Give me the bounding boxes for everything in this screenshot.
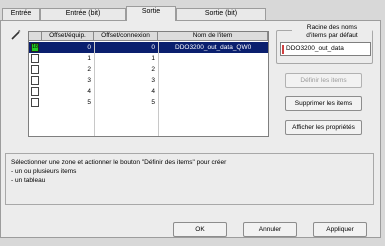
tab-sortie[interactable]: Sortie [126, 6, 176, 21]
delete-items-button[interactable]: Supprimer les items [285, 96, 362, 111]
cell-item-name[interactable]: DDO3200_out_data_QW0 [158, 42, 268, 53]
grid-header-check [29, 32, 42, 41]
row-checkbox[interactable]: 18 [31, 43, 39, 52]
tab-sortie-bit[interactable]: Sortie (bit) [176, 8, 266, 20]
table-row[interactable]: 33 [29, 75, 268, 86]
root-name-title: Racine des noms d'items par défaut [292, 24, 372, 40]
cell-offset-equip[interactable]: 4 [42, 86, 94, 97]
grid-header-equip[interactable]: Offset/équip. [42, 32, 94, 41]
table-row[interactable]: 11 [29, 53, 268, 64]
table-row[interactable]: 55 [29, 97, 268, 108]
cell-offset-conn[interactable]: 2 [94, 64, 158, 75]
pencil-icon [11, 29, 21, 40]
root-name-value: DDO3200_out_data [286, 45, 344, 52]
row-checkbox-number: 18 [32, 44, 38, 50]
row-checkbox[interactable] [31, 98, 39, 107]
help-box: Sélectionner une zone et actionner le bo… [5, 153, 374, 205]
cell-offset-equip[interactable]: 2 [42, 64, 94, 75]
cell-offset-conn[interactable]: 4 [94, 86, 158, 97]
apply-button[interactable]: Appliquer [313, 222, 367, 237]
tab-entree-bit[interactable]: Entrée (bit) [40, 8, 126, 20]
row-checkbox[interactable] [31, 87, 39, 96]
row-checkbox[interactable] [31, 76, 39, 85]
cell-offset-conn[interactable]: 5 [94, 97, 158, 108]
row-checkbox[interactable] [31, 54, 39, 63]
ok-button[interactable]: OK [173, 222, 227, 237]
cell-offset-conn[interactable]: 1 [94, 53, 158, 64]
show-properties-button[interactable]: Afficher les propriétés [285, 120, 362, 135]
cell-offset-equip[interactable]: 1 [42, 53, 94, 64]
items-grid[interactable]: Offset/équip. Offset/connexion Nom de l'… [28, 31, 269, 137]
row-checkbox[interactable] [31, 65, 39, 74]
grid-header-name[interactable]: Nom de l'item [158, 32, 268, 41]
tab-entree[interactable]: Entrée [2, 8, 40, 20]
cell-offset-conn[interactable]: 3 [94, 75, 158, 86]
help-line: Sélectionner une zone et actionner le bo… [11, 159, 227, 166]
cell-item-name[interactable] [158, 75, 268, 86]
help-line: - un tableau [11, 177, 46, 184]
cell-item-name[interactable] [158, 86, 268, 97]
define-items-button[interactable]: Définir les items [285, 73, 362, 88]
table-row[interactable]: 18 0 0 DDO3200_out_data_QW0 [29, 42, 268, 53]
cell-offset-equip[interactable]: 0 [42, 42, 94, 53]
cell-offset-equip[interactable]: 3 [42, 75, 94, 86]
table-row[interactable]: 22 [29, 64, 268, 75]
help-line: - un ou plusieurs items [11, 168, 77, 175]
cell-item-name[interactable] [158, 97, 268, 108]
grid-divider [158, 42, 159, 136]
tab-strip: Entrée Entrée (bit) Sortie Sortie (bit) [0, 0, 385, 21]
cell-item-name[interactable] [158, 53, 268, 64]
cancel-button[interactable]: Annuler [243, 222, 297, 237]
grid-divider [94, 42, 95, 136]
cell-item-name[interactable] [158, 64, 268, 75]
cell-offset-equip[interactable]: 5 [42, 97, 94, 108]
text-cursor-icon [282, 45, 284, 54]
grid-header-conn[interactable]: Offset/connexion [94, 32, 158, 41]
cell-offset-conn[interactable]: 0 [94, 42, 158, 53]
table-row[interactable]: 44 [29, 86, 268, 97]
root-name-input[interactable]: DDO3200_out_data [280, 42, 371, 56]
